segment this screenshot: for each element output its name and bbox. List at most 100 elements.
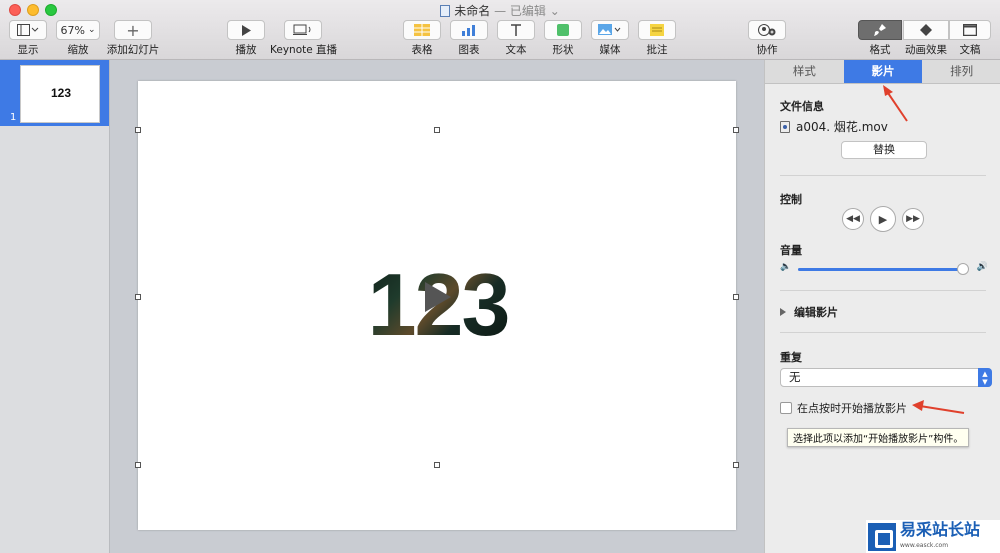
diamond-icon: [903, 20, 949, 40]
fast-forward-button[interactable]: ▶▶: [902, 208, 924, 230]
chart-button[interactable]: 图表: [450, 20, 488, 57]
start-on-click-option[interactable]: 在点按时开始播放影片: [780, 400, 907, 416]
table-button[interactable]: 表格: [403, 20, 441, 57]
start-on-click-label: 在点按时开始播放影片: [797, 402, 907, 415]
rewind-icon: ◀◀: [846, 214, 860, 224]
table-icon: [403, 20, 441, 40]
add-slide-label: 添加幻灯片: [106, 44, 160, 56]
play-icon[interactable]: [425, 282, 451, 312]
slide-number: 1: [10, 112, 17, 123]
chart-icon: [450, 20, 488, 40]
resize-handle[interactable]: [733, 294, 739, 300]
slide-thumbnail-1[interactable]: 123 1: [0, 60, 109, 126]
replace-button[interactable]: 替换: [841, 141, 927, 159]
resize-handle[interactable]: [733, 462, 739, 468]
slide-canvas: 123: [110, 60, 764, 553]
divider: [780, 332, 986, 333]
keynote-live-button[interactable]: Keynote 直播: [270, 20, 337, 57]
toolbar: 未命名 — 已编辑 ⌄ 显示 67% ⌄ 缩放 + 添加幻灯片 播放 Keyno…: [0, 0, 1000, 60]
zoom-value: 67%: [60, 23, 85, 37]
table-label: 表格: [411, 44, 433, 56]
resize-handle[interactable]: [733, 127, 739, 133]
play-icon: [227, 20, 265, 40]
play-button[interactable]: 播放: [226, 20, 266, 57]
document-icon: [949, 20, 991, 40]
resize-handle[interactable]: [135, 462, 141, 468]
document-name: 未命名: [454, 4, 491, 18]
slide[interactable]: 123: [135, 81, 739, 530]
add-person-icon: [748, 20, 786, 40]
play-icon: ▶: [878, 212, 888, 226]
window-title: 未命名 — 已编辑 ⌄: [0, 2, 1000, 19]
document-label: 文稿: [959, 44, 981, 56]
volume-knob[interactable]: [956, 263, 969, 275]
chevron-down-icon: ⌄: [87, 25, 96, 35]
tab-arrange[interactable]: 排列: [922, 60, 1000, 83]
media-button[interactable]: 媒体: [591, 20, 629, 57]
document-button[interactable]: 文稿: [949, 20, 991, 57]
text-label: 文本: [505, 44, 527, 56]
controls-title: 控制: [780, 193, 802, 206]
shape-button[interactable]: 形状: [544, 20, 582, 57]
start-on-click-checkbox[interactable]: [780, 402, 792, 414]
fast-forward-icon: ▶▶: [906, 214, 920, 224]
site-watermark: 易采站长站 www.easck.com: [866, 520, 1000, 553]
resize-handle[interactable]: [135, 294, 141, 300]
broadcast-icon: [284, 20, 322, 40]
shape-label: 形状: [552, 44, 574, 56]
view-label: 显示: [17, 44, 39, 56]
play-label: 播放: [235, 44, 257, 56]
paintbrush-icon: [858, 20, 902, 40]
resize-handle[interactable]: [434, 462, 440, 468]
edited-status[interactable]: — 已编辑: [494, 4, 546, 18]
chart-label: 图表: [458, 44, 480, 56]
sidebar-icon: [9, 20, 47, 40]
thumbnail-text: 123: [50, 86, 72, 100]
edit-movie-label: 编辑影片: [794, 306, 838, 319]
divider: [780, 290, 986, 291]
tab-style[interactable]: 样式: [765, 60, 844, 83]
comment-label: 批注: [646, 44, 668, 56]
file-info-title: 文件信息: [780, 100, 824, 113]
divider: [780, 175, 986, 176]
slide-navigator: 123 1: [0, 60, 110, 553]
format-inspector: 样式 影片 排列 文件信息 a004. 烟花.mov 替换 控制 ◀◀ ▶ ▶▶…: [764, 60, 1000, 553]
add-slide-button[interactable]: + 添加幻灯片: [106, 20, 160, 57]
volume-fill: [798, 268, 963, 271]
keynote-document-icon: [440, 5, 451, 17]
format-button[interactable]: 格式: [857, 20, 903, 57]
movie-filename: a004. 烟花.mov: [796, 120, 888, 134]
volume-low-icon: 🔈: [780, 262, 792, 272]
watermark-logo-icon: [868, 522, 896, 551]
volume-title: 音量: [780, 244, 802, 257]
comment-button[interactable]: 批注: [638, 20, 676, 57]
file-info-row: a004. 烟花.mov: [780, 118, 888, 135]
resize-handle[interactable]: [135, 127, 141, 133]
rewind-button[interactable]: ◀◀: [842, 208, 864, 230]
zoom-value-box: 67% ⌄: [56, 20, 100, 40]
repeat-select[interactable]: 无 ▲ ▼: [780, 368, 992, 387]
plus-icon: +: [114, 20, 152, 40]
volume-track[interactable]: [798, 263, 969, 275]
zoom-label: 缩放: [67, 44, 89, 56]
zoom-select[interactable]: 67% ⌄ 缩放: [55, 20, 101, 57]
repeat-title: 重复: [780, 351, 802, 364]
text-button[interactable]: 文本: [497, 20, 535, 57]
view-button[interactable]: 显示: [8, 20, 48, 57]
resize-handle[interactable]: [434, 127, 440, 133]
collaborate-button[interactable]: 协作: [748, 20, 786, 57]
animate-button[interactable]: 动画效果: [902, 20, 950, 57]
comment-icon: [638, 20, 676, 40]
watermark-text: 易采站长站 www.easck.com: [900, 520, 981, 550]
chevron-down-icon: ⌄: [549, 4, 560, 18]
slide-thumbnail-image: 123: [20, 65, 100, 123]
media-icon: [591, 20, 629, 40]
volume-slider[interactable]: 🔈 🔊: [780, 262, 988, 276]
keynote-window: 未命名 — 已编辑 ⌄ 显示 67% ⌄ 缩放 + 添加幻灯片 播放 Keyno…: [0, 0, 1000, 553]
collaborate-label: 协作: [756, 44, 778, 56]
tab-movie[interactable]: 影片: [843, 60, 923, 83]
tooltip: 选择此项以添加“开始播放影片”构件。: [787, 428, 970, 447]
edit-movie-disclosure[interactable]: 编辑影片: [780, 304, 838, 320]
annotation-arrow: [912, 400, 965, 414]
play-movie-button[interactable]: ▶: [870, 206, 896, 232]
